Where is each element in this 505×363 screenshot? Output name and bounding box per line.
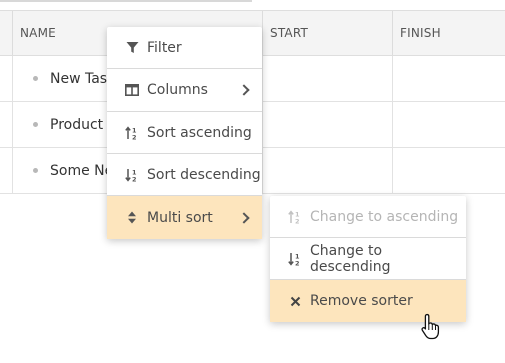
start-cell[interactable] xyxy=(263,148,393,193)
menu-item-change-to-ascending[interactable]: 12 Change to ascending xyxy=(270,196,466,238)
filter-icon xyxy=(125,41,139,55)
menu-item-label: Columns xyxy=(147,82,208,98)
sort-descending-icon: 12 xyxy=(125,168,139,182)
row-handle xyxy=(0,102,13,147)
menu-item-columns[interactable]: Columns xyxy=(107,69,262,112)
sort-ascending-icon: 12 xyxy=(125,125,139,140)
columns-icon xyxy=(125,83,139,97)
row-handle xyxy=(0,56,13,101)
tree-bullet-icon xyxy=(33,168,38,173)
menu-item-sort-descending[interactable]: 12 Sort descending xyxy=(107,154,262,196)
tree-bullet-icon xyxy=(33,122,38,127)
menu-item-label: Filter xyxy=(147,39,182,56)
multi-sort-icon xyxy=(125,211,139,225)
menu-item-label: Change to descending xyxy=(310,242,391,275)
menu-item-label: Multi sort xyxy=(147,209,213,226)
row-handle-header xyxy=(0,11,13,55)
menu-item-label: Sort descending xyxy=(147,166,261,183)
start-cell[interactable] xyxy=(263,56,393,101)
column-header-label: START xyxy=(270,26,309,40)
menu-item-label: Change to ascending xyxy=(310,208,459,225)
svg-text:2: 2 xyxy=(132,133,137,140)
menu-item-multi-sort[interactable]: Multi sort xyxy=(107,196,262,239)
sort-descending-icon: 12 xyxy=(288,252,302,266)
svg-text:2: 2 xyxy=(132,175,137,182)
column-context-menu: Filter Columns 12 Sort ascending 12 Sort… xyxy=(107,27,262,239)
column-header-finish[interactable]: FINISH xyxy=(393,11,505,55)
finish-cell[interactable] xyxy=(393,56,505,101)
menu-item-label: Sort ascending xyxy=(147,124,252,141)
svg-text:2: 2 xyxy=(295,217,300,224)
finish-cell[interactable] xyxy=(393,148,505,193)
svg-text:2: 2 xyxy=(295,259,300,266)
column-header-label: NAME xyxy=(20,26,56,40)
start-cell[interactable] xyxy=(263,102,393,147)
column-header-start[interactable]: START xyxy=(263,11,393,55)
chevron-right-icon xyxy=(238,211,250,224)
tree-bullet-icon xyxy=(33,76,38,81)
menu-item-filter[interactable]: Filter xyxy=(107,27,262,69)
chevron-right-icon xyxy=(238,84,250,96)
sort-ascending-icon: 12 xyxy=(288,209,302,224)
menu-item-change-to-descending[interactable]: 12 Change to descending xyxy=(270,238,466,280)
column-header-label: FINISH xyxy=(400,26,441,40)
toolbar-edge xyxy=(0,0,505,10)
multi-sort-submenu: 12 Change to ascending 12 Change to desc… xyxy=(270,196,466,322)
close-icon xyxy=(288,294,302,308)
task-name: New Task xyxy=(50,70,116,87)
finish-cell[interactable] xyxy=(393,102,505,147)
hand-cursor-icon xyxy=(421,313,440,340)
row-handle xyxy=(0,148,13,193)
menu-item-sort-ascending[interactable]: 12 Sort ascending xyxy=(107,112,262,154)
menu-item-label: Remove sorter xyxy=(310,293,413,309)
